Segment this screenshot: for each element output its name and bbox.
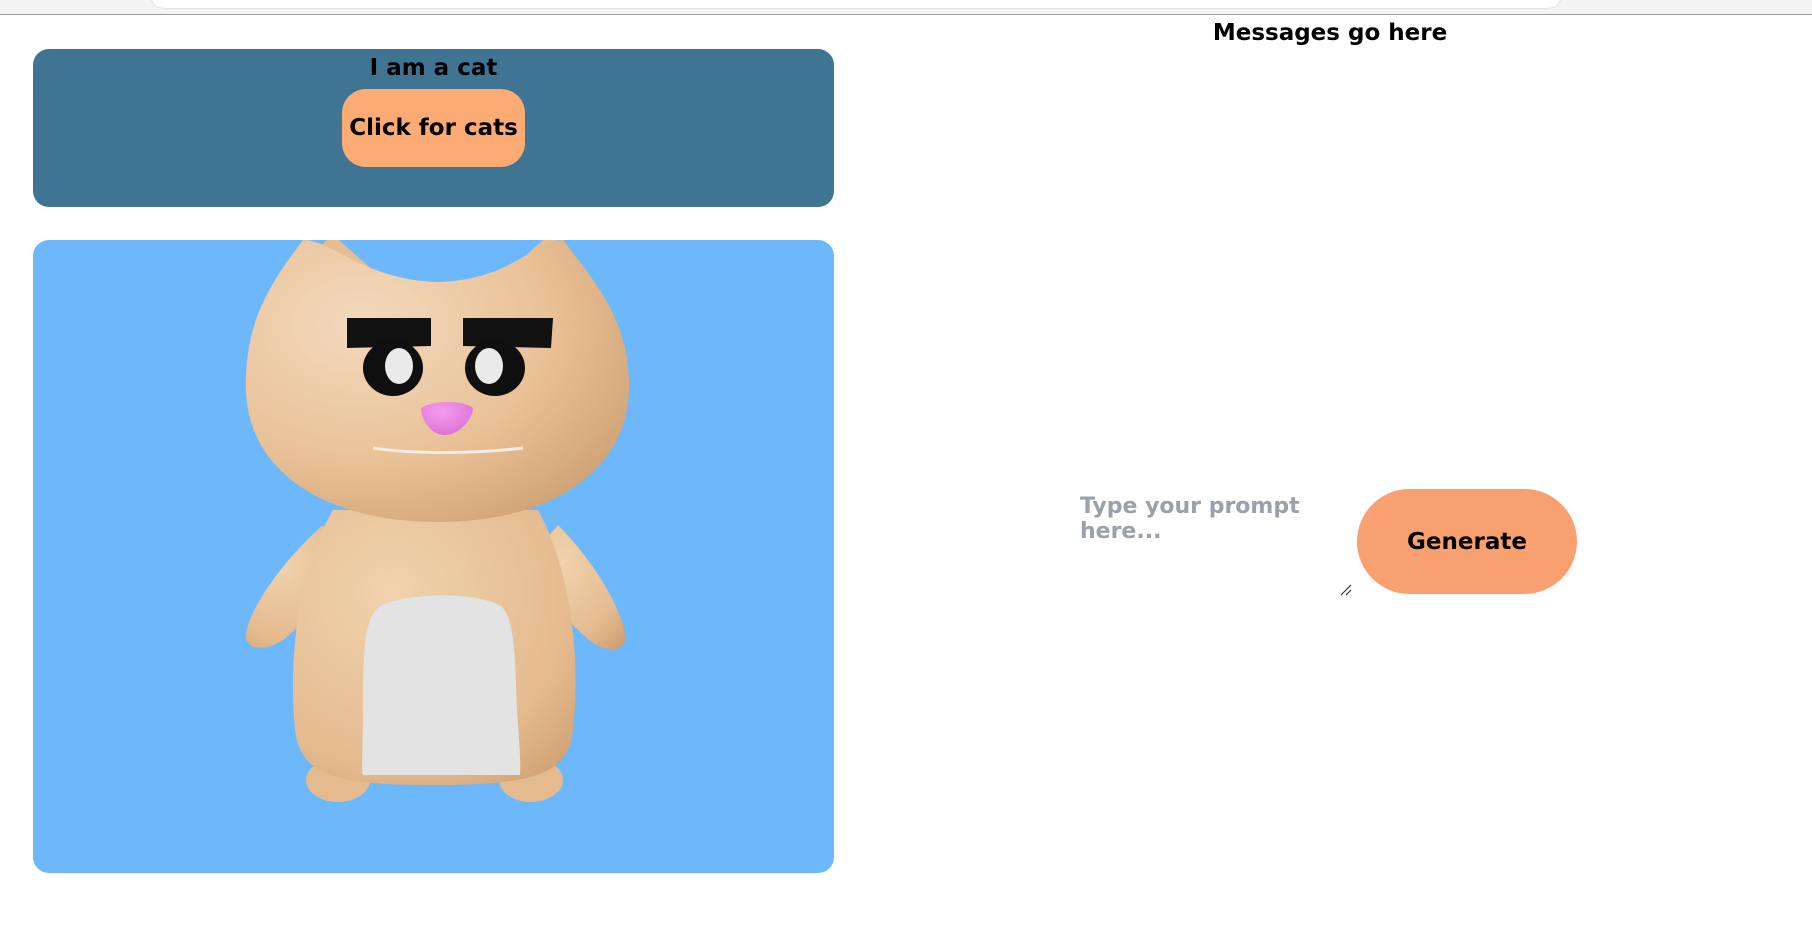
cat-viewer[interactable]	[33, 240, 834, 873]
prompt-input[interactable]	[1078, 490, 1356, 596]
cat-3d-model-icon	[245, 240, 630, 802]
address-bar[interactable]	[150, 0, 1562, 9]
messages-heading: Messages go here	[1212, 20, 1448, 46]
prompt-area	[1078, 490, 1356, 596]
click-for-cats-button[interactable]: Click for cats	[342, 89, 525, 167]
generate-button[interactable]: Generate	[1357, 489, 1577, 594]
header-card: I am a cat Click for cats	[33, 49, 834, 207]
browser-chrome	[0, 0, 1812, 15]
resize-handle-icon[interactable]	[1340, 584, 1352, 596]
header-title: I am a cat	[369, 55, 498, 81]
